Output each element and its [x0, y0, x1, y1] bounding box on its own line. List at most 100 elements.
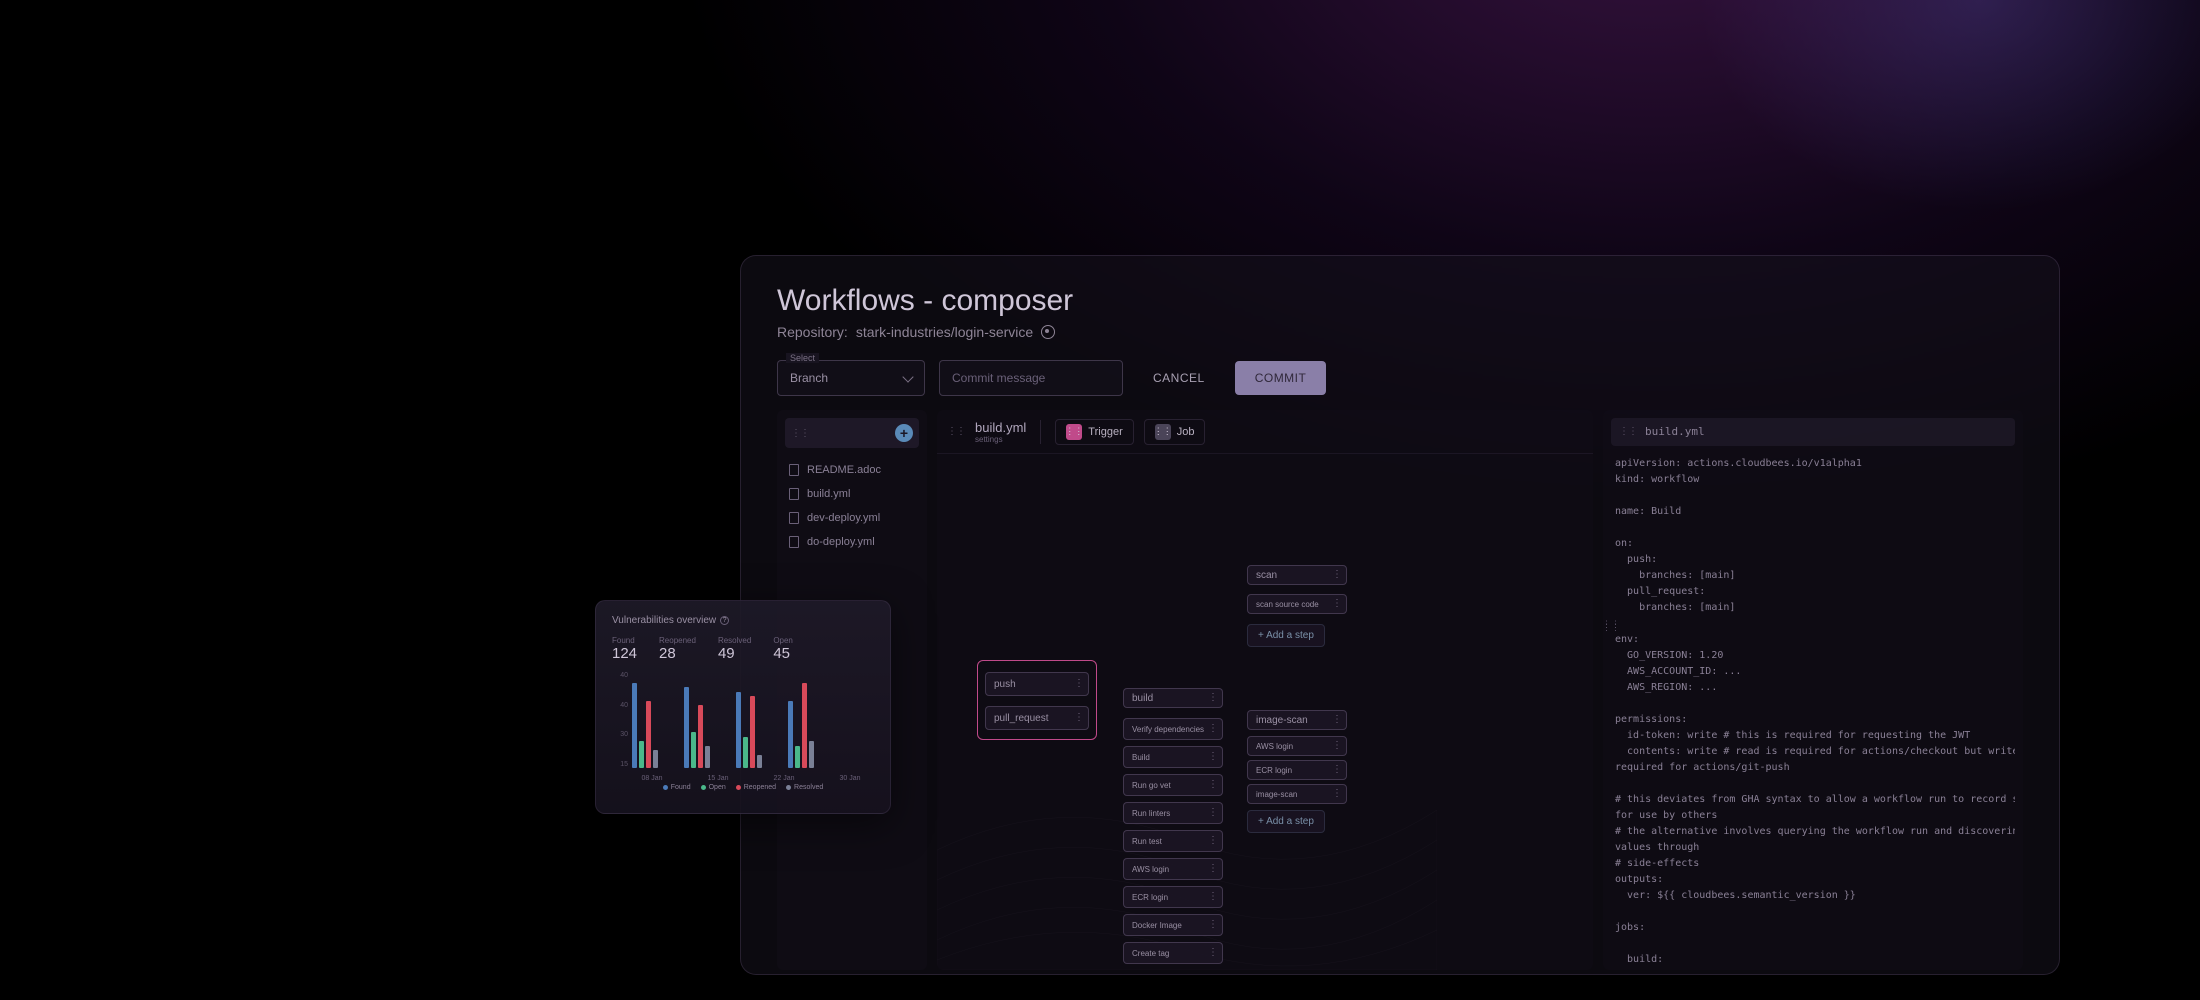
vuln-chart: 40403015 08 Jan15 Jan22 Jan30 Jan — [612, 672, 874, 782]
bar — [684, 687, 689, 768]
more-icon[interactable]: ⋮ — [1208, 696, 1218, 700]
workflow-canvas[interactable]: ⋮⋮ build.yml settings ⋮⋮ Trigger ⋮⋮ Job — [937, 410, 1593, 970]
legend-item: Reopened — [736, 784, 776, 791]
bar-group — [684, 687, 710, 768]
file-icon — [789, 536, 799, 548]
bar — [788, 701, 793, 769]
more-icon[interactable]: ⋮ — [1208, 811, 1218, 815]
vuln-legend: Found Open Reopened Resolved — [612, 784, 874, 791]
more-icon[interactable]: ⋮ — [1332, 602, 1342, 606]
cancel-button[interactable]: CANCEL — [1137, 361, 1221, 395]
vulnerabilities-widget: Vulnerabilities overview ? Found124Reope… — [595, 600, 891, 814]
file-item[interactable]: do-deploy.yml — [785, 530, 919, 554]
vuln-stat: Open45 — [773, 636, 793, 662]
file-item[interactable]: dev-deploy.yml — [785, 506, 919, 530]
more-icon[interactable]: ⋮ — [1074, 716, 1084, 720]
composer-panel: Workflows - composer Repository: stark-i… — [740, 255, 2060, 975]
bar — [802, 683, 807, 769]
canvas-file-title[interactable]: build.yml settings — [975, 420, 1026, 444]
more-icon[interactable]: ⋮ — [1332, 768, 1342, 772]
build-step-node[interactable]: Run test⋮ — [1123, 830, 1223, 852]
code-body[interactable]: apiVersion: actions.cloudbees.io/v1alpha… — [1611, 456, 2015, 968]
controls-row: Select Branch Commit message CANCEL COMM… — [777, 360, 2023, 396]
bar-group — [736, 692, 762, 769]
add-file-button[interactable]: + — [895, 424, 913, 442]
image-step-node[interactable]: AWS login⋮ — [1247, 736, 1347, 756]
trigger-button[interactable]: ⋮⋮ Trigger — [1055, 419, 1133, 445]
scan-step-node[interactable]: scan source code⋮ — [1247, 594, 1347, 614]
bar — [809, 741, 814, 768]
more-icon[interactable]: ⋮ — [1208, 867, 1218, 871]
drag-handle-icon[interactable]: ⋮⋮ — [791, 428, 809, 439]
build-step-node[interactable]: Verify dependencies⋮ — [1123, 718, 1223, 740]
bar — [632, 683, 637, 769]
more-icon[interactable]: ⋮ — [1332, 718, 1342, 722]
commit-placeholder: Commit message — [952, 371, 1045, 385]
file-icon — [789, 464, 799, 476]
y-axis: 40403015 — [612, 672, 628, 768]
bar — [691, 732, 696, 768]
drag-handle-icon[interactable]: ⋮⋮ — [1619, 424, 1637, 440]
legend-item: Resolved — [786, 784, 823, 791]
add-step-button[interactable]: + Add a step — [1247, 810, 1325, 833]
bar-group — [788, 683, 814, 769]
repo-line: Repository: stark-industries/login-servi… — [777, 324, 2023, 340]
trigger-node-pull[interactable]: pull_request⋮ — [985, 706, 1089, 730]
bar — [750, 696, 755, 768]
splitter-handle[interactable]: ⋮⋮⋮⋮ — [1605, 616, 1617, 636]
code-tab[interactable]: ⋮⋮ build.yml — [1611, 418, 2015, 446]
more-icon[interactable]: ⋮ — [1332, 744, 1342, 748]
commit-button[interactable]: COMMIT — [1235, 361, 1327, 395]
bar — [757, 755, 762, 769]
more-icon[interactable]: ⋮ — [1332, 573, 1342, 577]
more-icon[interactable]: ⋮ — [1208, 895, 1218, 899]
code-tab-name: build.yml — [1645, 423, 1705, 441]
build-step-node[interactable]: Create tag⋮ — [1123, 942, 1223, 964]
x-axis: 08 Jan15 Jan22 Jan30 Jan — [632, 775, 874, 782]
build-step-node[interactable]: AWS login⋮ — [1123, 858, 1223, 880]
build-header-node[interactable]: build⋮ — [1123, 688, 1223, 708]
bar — [743, 737, 748, 769]
more-icon[interactable]: ⋮ — [1208, 755, 1218, 759]
build-step-node[interactable]: Run go vet⋮ — [1123, 774, 1223, 796]
build-step-node[interactable]: ECR login⋮ — [1123, 886, 1223, 908]
bar — [653, 750, 658, 768]
canvas-file-sub: settings — [975, 435, 1026, 444]
commit-message-input[interactable]: Commit message — [939, 360, 1123, 396]
more-icon[interactable]: ⋮ — [1332, 792, 1342, 796]
trigger-node-push[interactable]: push⋮ — [985, 672, 1089, 696]
more-icon[interactable]: ⋮ — [1208, 839, 1218, 843]
add-step-button[interactable]: + Add a step — [1247, 624, 1325, 647]
build-step-node[interactable]: Build⋮ — [1123, 746, 1223, 768]
job-label: Job — [1177, 426, 1195, 438]
image-step-node[interactable]: ECR login⋮ — [1247, 760, 1347, 780]
chevron-down-icon — [902, 371, 913, 382]
file-item[interactable]: README.adoc — [785, 458, 919, 482]
more-icon[interactable]: ⋮ — [1208, 783, 1218, 787]
file-icon — [789, 512, 799, 524]
image-header-node[interactable]: image-scan⋮ — [1247, 710, 1347, 730]
file-icon — [789, 488, 799, 500]
build-step-node[interactable]: Run linters⋮ — [1123, 802, 1223, 824]
vuln-title: Vulnerabilities overview ? — [612, 615, 874, 626]
legend-item: Found — [663, 784, 691, 791]
repo-label: Repository: — [777, 324, 848, 340]
legend-item: Open — [701, 784, 726, 791]
scan-header-node[interactable]: scan⋮ — [1247, 565, 1347, 585]
file-item[interactable]: build.yml — [785, 482, 919, 506]
bar — [795, 746, 800, 769]
more-icon[interactable]: ⋮ — [1208, 727, 1218, 731]
help-icon[interactable]: ? — [720, 616, 729, 625]
image-step-node[interactable]: image-scan⋮ — [1247, 784, 1347, 804]
build-step-node[interactable]: Docker Image⋮ — [1123, 914, 1223, 936]
canvas-file-name: build.yml — [975, 420, 1026, 435]
branch-select[interactable]: Select Branch — [777, 360, 925, 396]
more-icon[interactable]: ⋮ — [1208, 923, 1218, 927]
vuln-stat: Resolved49 — [718, 636, 751, 662]
more-icon[interactable]: ⋮ — [1208, 951, 1218, 955]
trigger-label: Trigger — [1088, 426, 1122, 438]
more-icon[interactable]: ⋮ — [1074, 682, 1084, 686]
divider — [1040, 420, 1041, 444]
job-button[interactable]: ⋮⋮ Job — [1144, 419, 1206, 445]
drag-handle-icon[interactable]: ⋮⋮ — [947, 426, 965, 437]
